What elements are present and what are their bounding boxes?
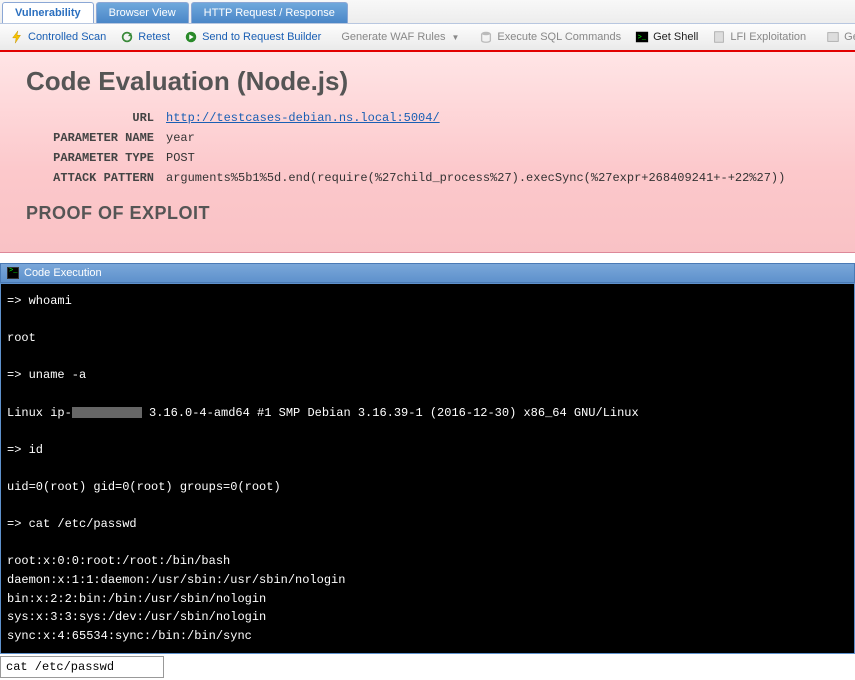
tab-browser-view[interactable]: Browser View	[96, 2, 189, 23]
send-icon	[184, 30, 198, 44]
tab-vulnerability[interactable]: Vulnerability	[2, 2, 94, 23]
attack-value: arguments%5b1%5d.end(require(%27child_pr…	[166, 171, 785, 185]
retest-button[interactable]: Retest	[114, 27, 176, 47]
param-type-label: PARAMETER TYPE	[26, 151, 166, 165]
tab-bar: Vulnerability Browser View HTTP Request …	[0, 0, 855, 24]
ge-button[interactable]: Ge	[820, 27, 855, 47]
toolbar: Controlled Scan Retest Send to Request B…	[0, 24, 855, 52]
lfi-icon	[712, 30, 726, 44]
url-link[interactable]: http://testcases-debian.ns.local:5004/	[166, 111, 440, 125]
attack-label: ATTACK PATTERN	[26, 171, 166, 185]
param-name-value: year	[166, 131, 195, 145]
svg-text:>_: >_	[638, 34, 647, 42]
get-shell-label: Get Shell	[653, 31, 698, 43]
report-title: Code Evaluation (Node.js)	[26, 66, 829, 97]
lfi-button[interactable]: LFI Exploitation	[706, 27, 812, 47]
controlled-scan-label: Controlled Scan	[28, 31, 106, 43]
terminal-output: => whoami root => uname -a Linux ip- 3.1…	[0, 283, 855, 654]
proof-heading: PROOF OF EXPLOIT	[26, 203, 829, 224]
ge-label: Ge	[844, 31, 855, 43]
lightning-icon	[10, 30, 24, 44]
get-shell-button[interactable]: >_ Get Shell	[629, 27, 704, 47]
url-label: URL	[26, 111, 166, 125]
retest-label: Retest	[138, 31, 170, 43]
tab-http[interactable]: HTTP Request / Response	[191, 2, 348, 23]
controlled-scan-button[interactable]: Controlled Scan	[4, 27, 112, 47]
retest-icon	[120, 30, 134, 44]
param-type-value: POST	[166, 151, 195, 165]
chevron-down-icon: ▼	[451, 33, 459, 42]
exec-sql-label: Execute SQL Commands	[497, 31, 621, 43]
send-builder-label: Send to Request Builder	[202, 31, 321, 43]
panel-title: Code Execution	[24, 267, 102, 279]
code-execution-header: Code Execution	[0, 263, 855, 283]
gen-waf-button[interactable]: Generate WAF Rules ▼	[335, 28, 465, 46]
lfi-label: LFI Exploitation	[730, 31, 806, 43]
command-input[interactable]	[0, 656, 164, 678]
gen-waf-label: Generate WAF Rules	[341, 31, 445, 43]
send-builder-button[interactable]: Send to Request Builder	[178, 27, 327, 47]
ge-icon	[826, 30, 840, 44]
terminal-icon	[7, 267, 19, 279]
redacted-text	[72, 407, 142, 418]
database-icon	[479, 30, 493, 44]
vulnerability-report: Code Evaluation (Node.js) URL http://tes…	[0, 52, 855, 253]
param-name-label: PARAMETER NAME	[26, 131, 166, 145]
exec-sql-button[interactable]: Execute SQL Commands	[473, 27, 627, 47]
shell-icon: >_	[635, 30, 649, 44]
